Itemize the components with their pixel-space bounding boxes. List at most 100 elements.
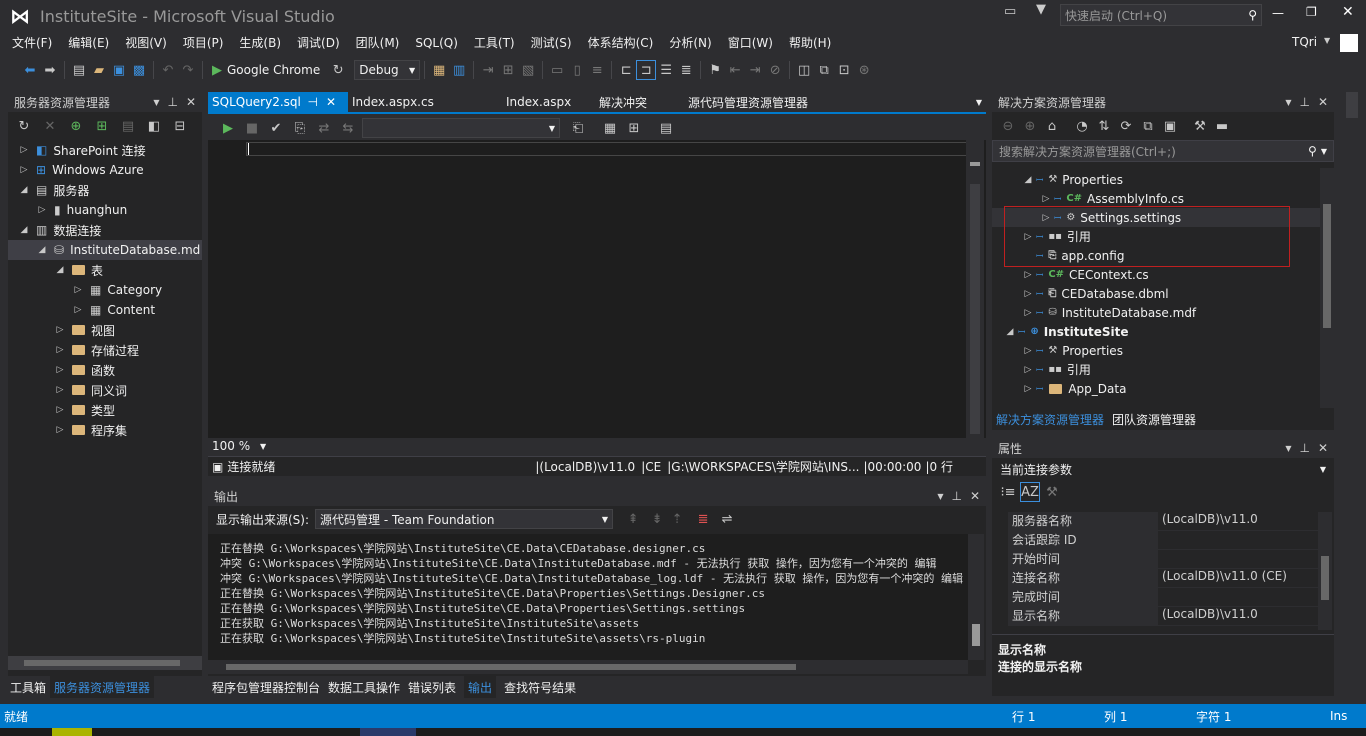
bottom-tab[interactable]: 数据工具操作 — [324, 676, 404, 698]
bottom-tab[interactable]: 错误列表 — [404, 676, 460, 698]
collapsed-arrow-icon[interactable]: ▷ — [1022, 308, 1034, 318]
collapsed-arrow-icon[interactable]: ▷ — [1040, 194, 1052, 204]
tree-item[interactable]: ◢ ⛁ InstituteDatabase.md — [8, 240, 202, 260]
indent-icon[interactable]: ≡ — [587, 60, 607, 80]
find-in-files-icon[interactable]: ▦ — [429, 60, 449, 80]
property-pages-icon[interactable]: ⚒ — [1042, 482, 1062, 502]
forward-icon[interactable]: ➡ — [40, 60, 60, 80]
property-row[interactable]: 开始时间 — [1008, 550, 1318, 569]
options-icon[interactable]: ▤ — [656, 118, 676, 138]
parse-icon[interactable]: ✔ — [266, 118, 286, 138]
editor-tab[interactable]: 解决冲突 — [589, 92, 688, 112]
close-icon[interactable]: ✕ — [326, 95, 336, 109]
expanded-arrow-icon[interactable]: ◢ — [1004, 327, 1016, 337]
uncomment-icon[interactable]: ▯ — [567, 60, 587, 80]
refresh-icon[interactable]: ↻ — [328, 60, 348, 80]
pin-icon[interactable]: ⊥ — [167, 95, 177, 109]
collapse-icon[interactable]: ⧉ — [1138, 116, 1158, 136]
minimize-button[interactable]: — — [1272, 6, 1284, 20]
results-to-icon[interactable]: ⎗ — [568, 118, 588, 138]
show-all-icon[interactable]: ▣ — [1160, 116, 1180, 136]
properties-scrollbar[interactable] — [1318, 512, 1332, 630]
extensions-icon[interactable]: ⊛ — [854, 60, 874, 80]
menu-item[interactable]: 视图(V) — [117, 32, 175, 54]
bottom-tab[interactable]: 解决方案资源管理器 — [992, 408, 1109, 430]
azure-icon[interactable]: ◧ — [144, 116, 164, 136]
sharepoint-icon[interactable]: ▤ — [118, 116, 138, 136]
connect-server-icon[interactable]: ⊞ — [92, 116, 112, 136]
menu-item[interactable]: 文件(F) — [4, 32, 60, 54]
back-icon[interactable]: ⊖ — [998, 116, 1018, 136]
comment-icon[interactable]: ▭ — [547, 60, 567, 80]
tree-item[interactable]: ◢ ▤ 服务器 — [8, 180, 202, 200]
bottom-tab[interactable]: 程序包管理器控制台 — [208, 676, 324, 698]
horizontal-scrollbar[interactable] — [8, 656, 202, 670]
menu-item[interactable]: SQL(Q) — [407, 32, 466, 54]
pin-icon[interactable]: ⊥ — [1299, 441, 1309, 455]
refresh-icon[interactable]: ↻ — [14, 116, 34, 136]
tree-item[interactable]: ▷ 类型 — [8, 400, 202, 420]
panel-menu-icon[interactable]: ▼ — [1285, 98, 1291, 107]
property-row[interactable]: 连接名称 (LocalDB)\v11.0 (CE) — [1008, 569, 1318, 588]
hex-icon[interactable]: ▧ — [518, 60, 538, 80]
close-button[interactable]: ✕ — [1342, 4, 1354, 20]
expanded-arrow-icon[interactable]: ◢ — [18, 225, 30, 235]
expanded-arrow-icon[interactable]: ◢ — [54, 265, 66, 275]
stop-icon[interactable]: ✕ — [40, 116, 60, 136]
connect-db-icon[interactable]: ⊕ — [66, 116, 86, 136]
categorized-icon[interactable]: ⁝≡ — [998, 482, 1018, 502]
panel-menu-icon[interactable]: ▼ — [1285, 444, 1291, 453]
layout-icon[interactable]: ⊡ — [834, 60, 854, 80]
collapsed-arrow-icon[interactable]: ▷ — [1022, 365, 1034, 375]
bottom-tab[interactable]: 输出 — [464, 676, 497, 698]
collapsed-arrow-icon[interactable]: ▷ — [1022, 384, 1034, 394]
tree-item[interactable]: ▷ ꟷ ▪▪ 引用 — [992, 360, 1320, 379]
tree-item[interactable]: ▷ ⊞ Windows Azure — [8, 160, 202, 180]
schema-icon[interactable]: ⊞ — [624, 118, 644, 138]
tree-item[interactable]: ▷ ꟷ ⎗ CEDatabase.dbml — [992, 284, 1320, 303]
prev-bookmark-icon[interactable]: ⇤ — [725, 60, 745, 80]
user-name[interactable]: TQri — [1292, 35, 1317, 49]
clear-all-icon[interactable]: ≣ — [693, 509, 713, 529]
new-project-icon[interactable]: ▤ — [69, 60, 89, 80]
vertical-scrollbar[interactable] — [966, 140, 984, 438]
collapsed-arrow-icon[interactable]: ▷ — [54, 385, 66, 395]
properties-object-select[interactable]: 当前连接参数 ▼ — [992, 458, 1334, 480]
pin-icon[interactable]: ⊥ — [951, 489, 961, 503]
close-icon[interactable]: ✕ — [1318, 441, 1328, 455]
taskbar-app-icon[interactable] — [52, 728, 92, 736]
tree-item[interactable]: ◢ 表 — [8, 260, 202, 280]
expanded-arrow-icon[interactable]: ◢ — [1022, 175, 1034, 185]
close-icon[interactable]: ✕ — [970, 489, 980, 503]
next-bookmark-icon[interactable]: ⇥ — [745, 60, 765, 80]
output-horizontal-scrollbar[interactable] — [208, 660, 968, 674]
solution-scrollbar[interactable] — [1320, 168, 1334, 408]
word-wrap-icon[interactable]: ⇌ — [717, 509, 737, 529]
feedback-icon[interactable]: ▭ — [1004, 4, 1016, 19]
pin-icon[interactable]: ⊣ — [307, 95, 317, 109]
avatar[interactable] — [1340, 34, 1358, 52]
sync-icon[interactable]: ⟳ — [1116, 116, 1136, 136]
goto-prev-icon[interactable]: ⇞ — [623, 509, 643, 529]
menu-item[interactable]: 分析(N) — [661, 32, 719, 54]
forward-icon[interactable]: ⊕ — [1020, 116, 1040, 136]
undo-icon[interactable]: ↶ — [158, 60, 178, 80]
collapsed-arrow-icon[interactable]: ▷ — [54, 425, 66, 435]
tree-item[interactable]: ◢ ▥ 数据连接 — [8, 220, 202, 240]
collapsed-arrow-icon[interactable]: ▷ — [54, 345, 66, 355]
panel-menu-icon[interactable]: ▼ — [153, 98, 159, 107]
menu-item[interactable]: 体系结构(C) — [580, 32, 662, 54]
collapsed-arrow-icon[interactable]: ▷ — [72, 305, 84, 315]
solution-search[interactable]: 搜索解决方案资源管理器(Ctrl+;) ⚲ ▼ — [992, 140, 1334, 162]
tree-item[interactable]: ◢ ꟷ ⊕ InstituteSite — [992, 322, 1320, 341]
editor-tab[interactable]: SQLQuery2.sql ⊣ ✕ — [208, 92, 348, 112]
tree-item[interactable]: ▷ 函数 — [8, 360, 202, 380]
stop-icon[interactable]: ■ — [242, 118, 262, 138]
collapsed-arrow-icon[interactable]: ▷ — [1022, 346, 1034, 356]
back-icon[interactable]: ⬅ — [20, 60, 40, 80]
tree-item[interactable]: ▷ ꟷ App_Data — [992, 379, 1320, 398]
tree-item[interactable]: ▷ 同义词 — [8, 380, 202, 400]
collapsed-arrow-icon[interactable]: ▷ — [36, 205, 48, 215]
open-file-icon[interactable]: ▰ — [89, 60, 109, 80]
properties-icon[interactable]: ⚒ — [1190, 116, 1210, 136]
